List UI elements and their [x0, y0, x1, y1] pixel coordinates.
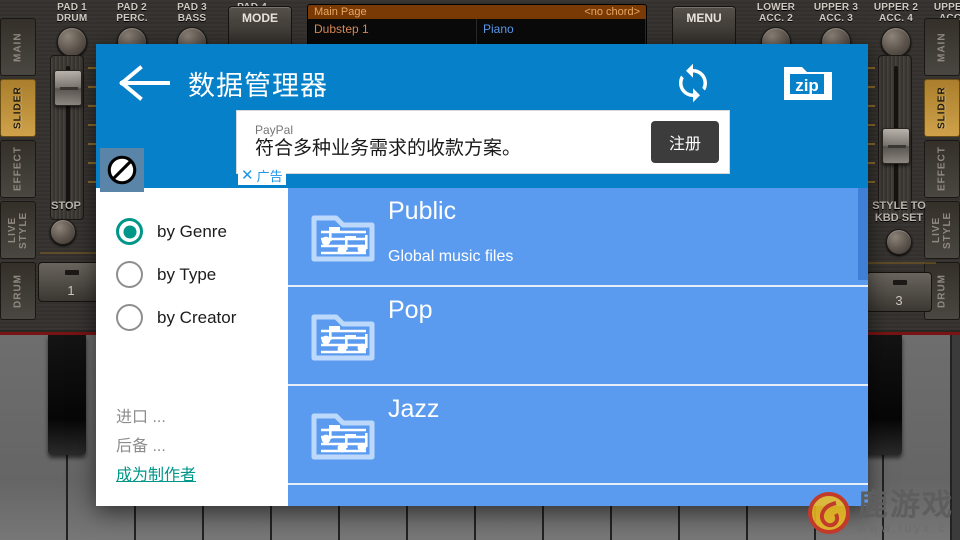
- list-item[interactable]: [288, 485, 868, 499]
- radio-button-icon[interactable]: [116, 261, 143, 288]
- pad-3-line2: BASS: [164, 13, 220, 24]
- screen: PAD 1 DRUM PAD 2 PERC. PAD 3 BASS PAD 4 …: [0, 0, 960, 540]
- lcd-voice-value[interactable]: Piano: [477, 19, 646, 47]
- filter-links: 进口 ... 后备 ... 成为制作者: [96, 403, 288, 506]
- page-title: 数据管理器: [188, 64, 328, 103]
- radio-by-genre[interactable]: by Genre: [96, 210, 288, 253]
- knob-upper3-acc3-line1: UPPER 3: [808, 2, 864, 13]
- lcd-style-value[interactable]: Dubstep 1: [308, 19, 477, 47]
- become-creator-link[interactable]: 成为制作者: [116, 461, 288, 490]
- header-actions: zip: [672, 61, 846, 105]
- ad-text: PayPal 符合多种业务需求的收款方案。: [255, 123, 651, 161]
- filter-pane: by Genre by Type by Creator 进口 ... 后备 ..…: [96, 188, 288, 506]
- knob-upper2-acc4[interactable]: UPPER 2 ACC. 4: [868, 2, 924, 57]
- left-fader-handle[interactable]: [54, 70, 82, 106]
- pad-1-line1: PAD 1: [44, 2, 100, 13]
- lcd-chord: <no chord>: [584, 6, 640, 18]
- sidebar-item-slider-right[interactable]: SLIDER: [924, 79, 960, 137]
- ad-close-control[interactable]: ✕ 广告: [238, 166, 286, 185]
- list-item[interactable]: Jazz: [288, 386, 868, 485]
- left-fader-track[interactable]: [50, 55, 84, 220]
- knob-upper3-acc3-line2: ACC. 3: [808, 13, 864, 24]
- lcd-page-title: Main Page: [314, 6, 367, 18]
- sidebar-item-live-style-left[interactable]: LIVE STYLE: [0, 201, 36, 259]
- stop-label: STOP: [36, 200, 96, 212]
- dialog-body: by Genre by Type by Creator 进口 ... 后备 ..…: [96, 188, 868, 506]
- lcd-title-bar: Main Page <no chord>: [308, 5, 646, 19]
- left-fader[interactable]: [50, 55, 84, 220]
- folder-list[interactable]: Public Global music files: [288, 188, 868, 506]
- list-item-title: Public: [388, 196, 513, 226]
- close-icon[interactable]: ✕: [241, 168, 254, 183]
- knob-lower-acc2-line2: ACC. 2: [748, 13, 804, 24]
- music-folder-icon: [298, 392, 388, 462]
- radio-button-icon[interactable]: [116, 304, 143, 331]
- list-item[interactable]: Public Global music files: [288, 188, 868, 287]
- left-number-button[interactable]: 1: [38, 262, 104, 302]
- pad-2-line2: PERC.: [104, 13, 160, 24]
- pad-1[interactable]: PAD 1 DRUM: [44, 2, 100, 57]
- list-item[interactable]: Pop: [288, 287, 868, 386]
- scrollbar-thumb[interactable]: [858, 188, 868, 280]
- right-fader-handle[interactable]: [882, 128, 910, 164]
- lcd-row: Dubstep 1 Piano: [308, 19, 646, 47]
- list-item-title: Pop: [388, 295, 432, 325]
- import-link[interactable]: 进口 ...: [116, 403, 288, 432]
- divider-right: [862, 262, 936, 264]
- data-manager-dialog: 数据管理器 zip: [96, 44, 868, 506]
- radio-by-type[interactable]: by Type: [96, 253, 288, 296]
- sidebar-item-effect-right[interactable]: EFFECT: [924, 140, 960, 198]
- ad-banner[interactable]: PayPal 符合多种业务需求的收款方案。 注册: [236, 110, 730, 174]
- sidebar-item-main-left[interactable]: MAIN: [0, 18, 36, 76]
- radio-by-genre-label: by Genre: [157, 222, 227, 242]
- stop-knob[interactable]: [50, 219, 76, 245]
- music-folder-icon: [298, 194, 388, 264]
- black-key[interactable]: [48, 335, 86, 455]
- zip-folder-icon[interactable]: zip: [782, 61, 834, 105]
- svg-text:zip: zip: [795, 76, 819, 95]
- knob-upper2-acc4-line1: UPPER 2: [868, 2, 924, 13]
- radio-by-creator[interactable]: by Creator: [96, 296, 288, 339]
- ad-brand: PayPal: [255, 123, 651, 137]
- style-kbd-knob[interactable]: [886, 229, 912, 255]
- knob-lower-acc2-line1: LOWER: [748, 2, 804, 13]
- list-item-text: Pop: [388, 293, 432, 347]
- radio-by-type-label: by Type: [157, 265, 216, 285]
- sidebar-item-main-right[interactable]: MAIN: [924, 18, 960, 76]
- refresh-sync-icon[interactable]: [672, 62, 714, 104]
- list-item-text: Public Global music files: [388, 194, 513, 266]
- sidebar-item-slider-left[interactable]: SLIDER: [0, 79, 36, 137]
- pad-1-knob[interactable]: [57, 27, 87, 57]
- music-folder-icon: [298, 293, 388, 363]
- style-to-kbd-set-label: STYLE TO KBD SET: [862, 200, 936, 224]
- knob-upper2-acc4-line2: ACC. 4: [868, 13, 924, 24]
- back-arrow-icon[interactable]: [118, 63, 170, 103]
- radio-button-icon[interactable]: [116, 218, 143, 245]
- sidebar-item-effect-left[interactable]: EFFECT: [0, 140, 36, 198]
- list-item-title: Jazz: [388, 394, 439, 424]
- sidebar-item-drum-left[interactable]: DRUM: [0, 262, 36, 320]
- black-key[interactable]: [864, 335, 902, 455]
- ad-zone: PayPal 符合多种业务需求的收款方案。 注册 ✕ 广告: [96, 122, 868, 188]
- pad-1-line2: DRUM: [44, 13, 100, 24]
- ad-close-label: 广告: [257, 166, 283, 185]
- ad-cta-button[interactable]: 注册: [651, 121, 719, 163]
- right-fader[interactable]: [878, 55, 912, 220]
- pad-3-line1: PAD 3: [164, 2, 220, 13]
- list-item-subtitle: Global music files: [388, 248, 513, 266]
- right-number-button[interactable]: 3: [866, 272, 932, 312]
- divider-left: [40, 252, 100, 254]
- backup-link[interactable]: 后备 ...: [116, 432, 288, 461]
- radio-by-creator-label: by Creator: [157, 308, 236, 328]
- list-item-text: Jazz: [388, 392, 439, 446]
- pad-2-line1: PAD 2: [104, 2, 160, 13]
- knob-upper2-acc4-dial[interactable]: [881, 27, 911, 57]
- no-ads-blocked-icon[interactable]: [100, 148, 144, 192]
- right-fader-track[interactable]: [878, 55, 912, 220]
- left-tab-strip: MAIN SLIDER EFFECT LIVE STYLE DRUM: [0, 18, 36, 320]
- knob-upper1-acc5-line1: UPPER 1: [928, 2, 960, 13]
- ad-headline: 符合多种业务需求的收款方案。: [255, 137, 651, 161]
